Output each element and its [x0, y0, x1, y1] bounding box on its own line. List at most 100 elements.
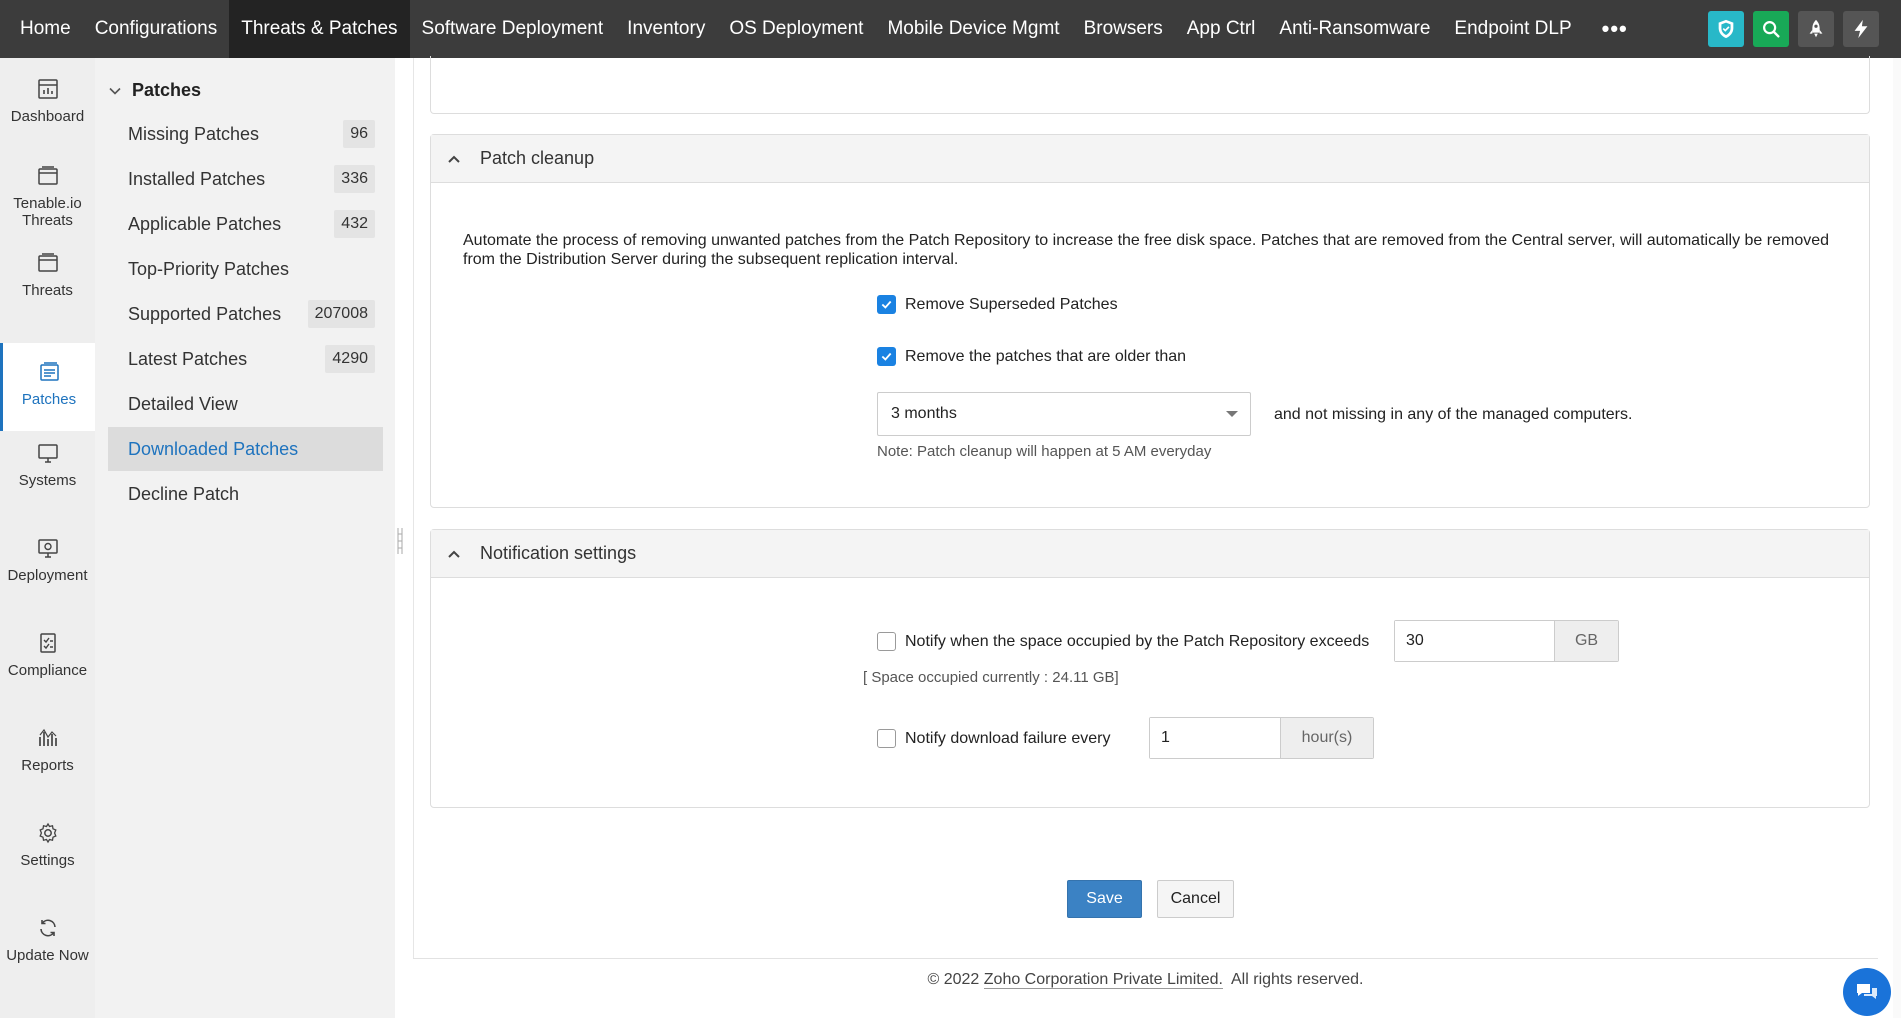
refresh-icon — [35, 915, 61, 941]
collapse-handle-icon[interactable] — [396, 526, 404, 556]
footer-company-link[interactable]: Zoho Corporation Private Limited. — [983, 971, 1223, 989]
space-threshold-group: GB — [1394, 620, 1619, 662]
count-badge: 432 — [334, 210, 375, 238]
subnav-header[interactable]: Patches — [108, 80, 201, 101]
subnav-item-label: Installed Patches — [128, 168, 266, 189]
subnav-item-supported-patches[interactable]: Supported Patches 207008 — [108, 292, 383, 336]
failure-notify-label: Notify download failure every — [905, 729, 1111, 747]
chat-button[interactable] — [1843, 968, 1891, 1016]
count-badge: 96 — [343, 120, 375, 148]
rocket-icon — [1809, 19, 1823, 38]
rail-item-systems[interactable]: Systems — [0, 422, 95, 512]
patch-cleanup-section: Patch cleanup Automate the process of re… — [430, 134, 1870, 508]
nav-more-button[interactable]: ••• — [1584, 0, 1640, 58]
nav-threats-patches[interactable]: Threats & Patches — [229, 0, 410, 58]
count-badge: 4290 — [325, 345, 375, 373]
subnav-item-top-priority-patches[interactable]: Top-Priority Patches — [108, 247, 383, 291]
settings-icon — [35, 820, 61, 846]
patch-cleanup-header[interactable]: Patch cleanup — [431, 135, 1869, 183]
footer-divider — [413, 958, 1878, 959]
patches-icon — [36, 359, 62, 385]
subnav-item-missing-patches[interactable]: Missing Patches 96 — [108, 112, 383, 156]
rail-item-settings[interactable]: Settings — [0, 802, 95, 892]
remove-superseded-label: Remove Superseded Patches — [905, 295, 1118, 313]
rail-item-threats[interactable]: Threats — [0, 232, 95, 322]
subnav-item-label: Missing Patches — [128, 123, 260, 144]
rocket-button[interactable] — [1798, 11, 1834, 47]
nav-os-deployment[interactable]: OS Deployment — [717, 0, 875, 58]
search-icon — [1763, 21, 1780, 38]
lightning-button[interactable] — [1843, 11, 1879, 47]
systems-icon — [35, 440, 61, 466]
remove-older-checkbox[interactable] — [877, 347, 896, 366]
content-divider — [413, 58, 414, 958]
remove-superseded-checkbox[interactable] — [877, 295, 896, 314]
save-button[interactable]: Save — [1067, 880, 1142, 918]
tenable-icon — [35, 163, 61, 189]
space-notify-label: Notify when the space occupied by the Pa… — [905, 632, 1370, 650]
nav-browsers[interactable]: Browsers — [1072, 0, 1175, 58]
failure-notify-checkbox[interactable] — [877, 729, 896, 748]
subnav-item-applicable-patches[interactable]: Applicable Patches 432 — [108, 202, 383, 246]
subnav-item-latest-patches[interactable]: Latest Patches 4290 — [108, 337, 383, 381]
rail-item-label: Deployment — [7, 567, 88, 584]
previous-section-panel — [430, 56, 1870, 114]
rail-item-update-now[interactable]: Update Now — [0, 897, 95, 987]
failure-notify-row: Notify download failure every — [877, 729, 1110, 748]
space-unit-addon: GB — [1554, 621, 1618, 661]
space-notify-checkbox[interactable] — [877, 632, 896, 651]
dropdown-caret-icon — [1226, 411, 1238, 417]
subnav-item-detailed-view[interactable]: Detailed View — [108, 382, 383, 426]
shield-button[interactable] — [1708, 11, 1744, 47]
subnav-item-label: Decline Patch — [128, 483, 240, 504]
rail-item-compliance[interactable]: Compliance — [0, 612, 95, 702]
failure-interval-group: hour(s) — [1149, 717, 1374, 759]
subnav-item-label: Top-Priority Patches — [128, 258, 290, 279]
subnav-item-label: Downloaded Patches — [128, 438, 299, 459]
space-threshold-input[interactable] — [1395, 621, 1554, 661]
nav-endpoint-dlp[interactable]: Endpoint DLP — [1442, 0, 1583, 58]
nav-home[interactable]: Home — [0, 0, 83, 58]
failure-interval-input[interactable] — [1150, 718, 1280, 758]
patch-age-select[interactable]: 3 months — [877, 392, 1251, 436]
subnav-item-label: Detailed View — [128, 393, 238, 414]
nav-configurations[interactable]: Configurations — [83, 0, 230, 58]
rail-item-tenable-threats[interactable]: Tenable.io Threats — [0, 145, 95, 235]
rail-item-dashboard[interactable]: Dashboard — [0, 58, 95, 148]
subnav-item-label: Latest Patches — [128, 348, 248, 369]
notification-settings-header[interactable]: Notification settings — [431, 530, 1869, 578]
footer: © 2022 Zoho Corporation Private Limited.… — [413, 971, 1878, 989]
rail-item-label: Dashboard — [10, 108, 85, 125]
section-title: Patch cleanup — [480, 148, 595, 168]
rail-item-label: Reports — [21, 757, 74, 774]
cancel-button[interactable]: Cancel — [1157, 880, 1234, 918]
notification-settings-section: Notification settings Notify when the sp… — [430, 529, 1870, 808]
page-scrollbar[interactable] — [1893, 58, 1901, 1018]
top-navigation: Home Configurations Threats & Patches So… — [0, 0, 1901, 58]
remove-older-row: Remove the patches that are older than — [877, 347, 1186, 366]
rail-item-patches[interactable]: Patches — [0, 343, 95, 431]
rail-item-deployment[interactable]: Deployment — [0, 517, 95, 607]
cleanup-description: Automate the process of removing unwante… — [463, 232, 1830, 268]
subnav-item-decline-patch[interactable]: Decline Patch — [108, 472, 383, 516]
nav-software-deployment[interactable]: Software Deployment — [410, 0, 616, 58]
nav-inventory[interactable]: Inventory — [615, 0, 717, 58]
search-button[interactable] — [1753, 11, 1789, 47]
rail-item-label: Compliance — [7, 662, 88, 679]
rail-item-reports[interactable]: Reports — [0, 707, 95, 797]
subnav-item-installed-patches[interactable]: Installed Patches 336 — [108, 157, 383, 201]
chevron-up-icon — [448, 155, 460, 163]
subnav-header-label: Patches — [132, 80, 202, 100]
age-suffix-text: and not missing in any of the managed co… — [1274, 406, 1633, 423]
footer-copyright: © 2022 — [927, 971, 984, 988]
rail-item-label: Update Now — [6, 947, 89, 964]
rail-item-label: Threats — [22, 282, 73, 299]
nav-mobile-device-mgmt[interactable]: Mobile Device Mgmt — [875, 0, 1071, 58]
nav-app-ctrl[interactable]: App Ctrl — [1175, 0, 1268, 58]
nav-anti-ransomware[interactable]: Anti-Ransomware — [1267, 0, 1442, 58]
deployment-icon — [35, 535, 61, 561]
rail-item-label: Systems — [18, 472, 77, 489]
threats-icon — [35, 250, 61, 276]
space-notify-row: Notify when the space occupied by the Pa… — [877, 632, 1369, 651]
subnav-item-downloaded-patches[interactable]: Downloaded Patches — [108, 427, 383, 471]
